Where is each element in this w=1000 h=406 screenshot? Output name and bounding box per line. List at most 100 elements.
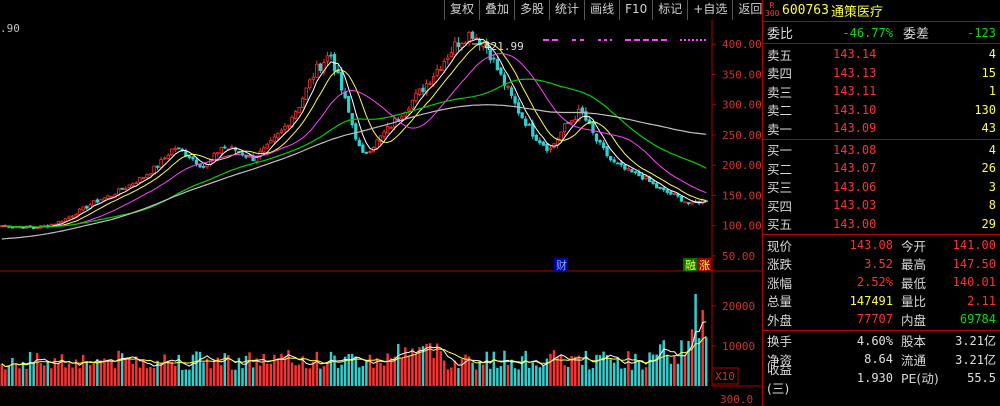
kline-chart[interactable]: 400.00 350.00 300.00 250.00 200.00 150.00 100.… [0,20,762,406]
candle[interactable] [311,72,315,85]
candle[interactable] [56,220,61,225]
candle[interactable] [439,65,443,72]
candle[interactable] [679,196,684,203]
candle[interactable] [495,56,500,71]
candle[interactable] [435,64,439,78]
candle[interactable] [605,146,609,159]
candle[interactable] [407,105,411,115]
candle[interactable] [683,201,687,204]
candle[interactable] [669,191,673,196]
candle[interactable] [336,64,340,74]
candle[interactable] [70,215,75,219]
candle[interactable] [350,112,354,129]
candle[interactable] [499,66,503,76]
candle[interactable] [506,84,510,91]
event-marker-b[interactable]: 涨 [699,259,710,272]
candle[interactable] [598,139,602,146]
candle[interactable] [541,140,546,146]
candle[interactable] [662,187,666,193]
candle[interactable] [591,121,595,136]
multi-stock-button[interactable]: 多股 [514,0,549,20]
candle[interactable] [573,115,577,123]
candle[interactable] [283,122,287,133]
restore-rights-button[interactable]: 复权 [444,0,479,20]
candle[interactable] [368,149,372,154]
candle[interactable] [191,155,195,162]
buy-level-5[interactable]: 买五 143.00 29 [763,215,1000,234]
candle[interactable] [265,142,269,150]
event-marker-a[interactable]: 融 [685,259,696,272]
candle[interactable] [212,151,216,161]
candle[interactable] [155,165,160,170]
candle[interactable] [216,152,220,158]
candle[interactable] [594,133,599,144]
stock-name[interactable]: 通策医疗 [831,1,883,20]
candle[interactable] [382,129,386,140]
buy-level-1[interactable]: 买一 143.08 4 [763,141,1000,160]
candle[interactable] [240,152,245,157]
candle[interactable] [612,156,616,164]
candle[interactable] [633,170,638,175]
candle[interactable] [201,163,206,169]
candle[interactable] [127,184,131,189]
candle[interactable] [315,60,319,78]
candle[interactable] [421,84,425,96]
candle[interactable] [60,220,64,224]
overlay-button[interactable]: 叠加 [479,0,514,20]
candle[interactable] [601,140,606,151]
candle[interactable] [417,88,422,96]
draw-line-button[interactable]: 画线 [584,0,619,20]
candle[interactable] [262,145,266,154]
candle[interactable] [347,95,351,114]
candle[interactable] [325,51,330,67]
candle[interactable] [446,53,450,65]
candle[interactable] [580,105,584,116]
sell-level-2[interactable]: 卖二 143.10 130 [763,101,1000,120]
candle[interactable] [665,188,669,195]
candle[interactable] [170,148,174,157]
candle[interactable] [584,107,588,122]
candle[interactable] [658,186,662,190]
candle[interactable] [524,115,528,128]
candle[interactable] [361,142,365,153]
candle[interactable] [141,177,146,179]
candle[interactable] [134,181,138,185]
candle[interactable] [428,80,432,85]
buy-level-2[interactable]: 买二 143.07 26 [763,159,1000,178]
candle[interactable] [279,128,284,134]
candle[interactable] [637,169,641,177]
sell-level-1[interactable]: 卖一 143.09 43 [763,119,1000,138]
candle[interactable] [166,153,170,161]
candle[interactable] [162,156,167,160]
candle[interactable] [449,46,453,58]
candle[interactable] [630,168,634,173]
financial-report-marker[interactable]: 财 [556,258,567,272]
candle[interactable] [148,173,153,176]
candle[interactable] [173,145,177,153]
candle[interactable] [538,137,542,146]
candle[interactable] [509,85,514,99]
sell-level-3[interactable]: 卖三 143.11 1 [763,82,1000,101]
sell-level-4[interactable]: 卖四 143.13 15 [763,64,1000,83]
candle[interactable] [131,182,135,187]
candle[interactable] [177,147,181,150]
candle[interactable] [463,41,468,45]
candle[interactable] [230,144,234,149]
candle[interactable] [354,121,358,141]
candle[interactable] [626,166,630,171]
candle[interactable] [308,78,312,91]
candle[interactable] [95,198,99,204]
candle[interactable] [329,51,333,60]
candle[interactable] [343,88,347,100]
candle[interactable] [502,72,507,91]
candle[interactable] [686,202,691,206]
buy-level-3[interactable]: 买三 143.06 3 [763,178,1000,197]
buy-level-4[interactable]: 买四 143.03 8 [763,196,1000,215]
candle[interactable] [548,145,553,153]
candle[interactable] [456,37,461,52]
candle[interactable] [120,187,124,190]
candle[interactable] [223,144,227,150]
add-watchlist-button[interactable]: +自选 [687,0,732,20]
candle[interactable] [301,96,305,108]
candle[interactable] [293,109,298,120]
